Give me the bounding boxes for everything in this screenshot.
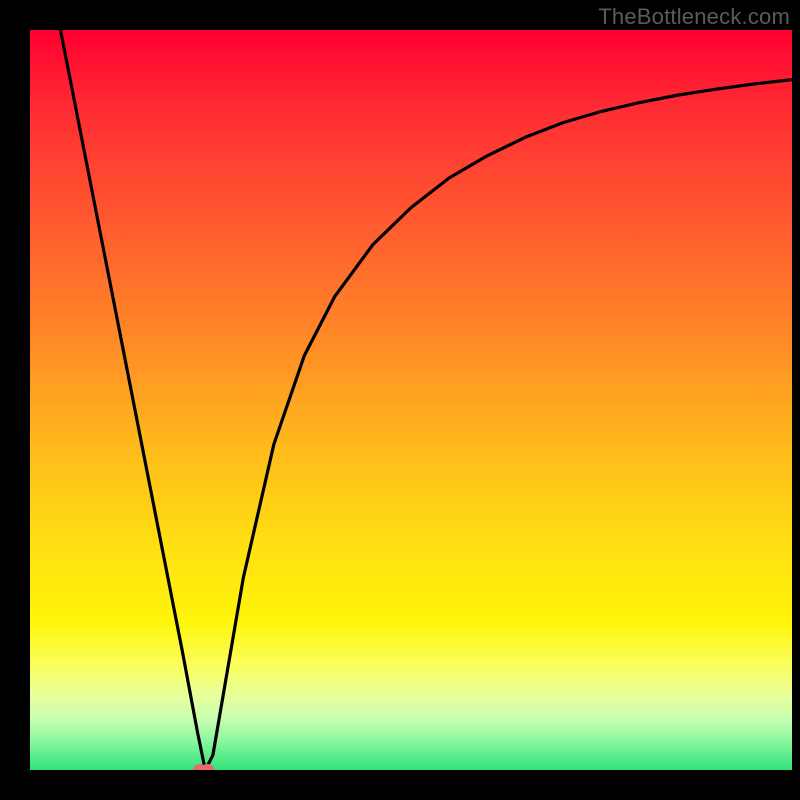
bottleneck-curve: [60, 30, 792, 770]
chart-frame: TheBottleneck.com: [0, 0, 800, 800]
curve-svg: [30, 30, 792, 770]
attribution-label: TheBottleneck.com: [598, 4, 790, 30]
plot-area: [30, 30, 792, 770]
minimum-markers: [193, 764, 215, 770]
